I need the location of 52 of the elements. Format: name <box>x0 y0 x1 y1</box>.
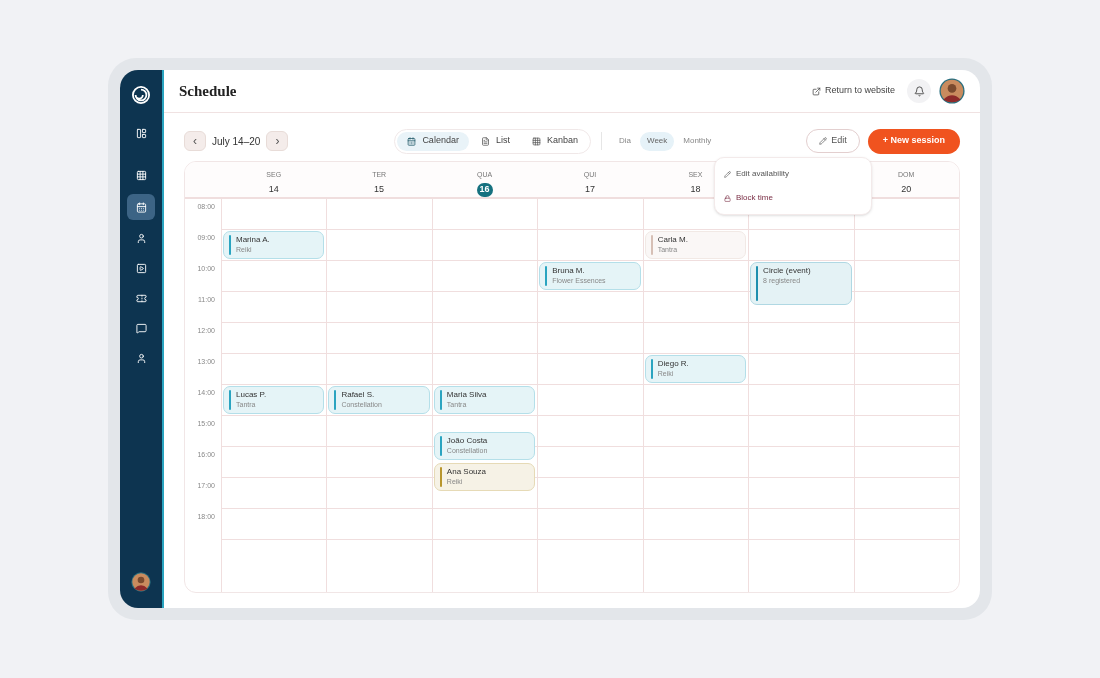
page-title: Schedule <box>179 81 237 101</box>
bell-icon <box>913 85 925 97</box>
grid-icon <box>135 170 147 181</box>
return-link[interactable]: Return to website <box>811 84 895 98</box>
previous-button[interactable]: ‹ <box>184 131 206 151</box>
client-name: Maria Silva <box>446 390 487 400</box>
calendar-icon <box>407 136 417 146</box>
client-name: João Costa <box>446 436 488 446</box>
grid-icon <box>531 136 541 146</box>
pencil-icon <box>724 170 731 178</box>
document-icon <box>480 136 490 146</box>
view-tab[interactable]: Kanban <box>521 131 588 151</box>
day-number: 20 <box>900 183 913 196</box>
client-name: Circle (event) <box>763 266 811 276</box>
client-name: Diego R. <box>657 359 689 369</box>
client-name: Lucas P. <box>236 390 267 400</box>
edit-button[interactable]: Edit <box>806 129 860 153</box>
day-number: 18 <box>689 183 702 196</box>
client-name: Ana Souza <box>446 467 486 477</box>
client-name: Marina A. <box>236 235 270 245</box>
period-tab[interactable]: Week <box>639 131 675 151</box>
external-link-icon <box>811 86 821 96</box>
menu-item[interactable]: Edit availability <box>724 164 862 184</box>
client-name: Rafael S. <box>341 390 376 400</box>
notifications-button[interactable] <box>907 79 931 103</box>
avatar[interactable] <box>939 78 965 104</box>
logo-icon[interactable] <box>132 86 150 104</box>
view-tab[interactable]: Calendar <box>397 131 469 151</box>
pencil-icon <box>819 137 828 145</box>
day-number: 17 <box>583 183 596 196</box>
period-tab[interactable]: Monthly <box>676 131 719 151</box>
lock-icon <box>724 194 731 202</box>
menu-item[interactable]: Block time <box>724 188 862 208</box>
day-number: 14 <box>267 183 280 196</box>
next-button[interactable]: › <box>266 131 289 151</box>
day-number: 15 <box>373 183 386 196</box>
avatar[interactable] <box>131 572 151 592</box>
new-session-button[interactable]: + New session <box>867 128 960 154</box>
ticket-icon <box>135 293 147 304</box>
sidebar-item[interactable] <box>127 194 155 220</box>
client-name: Bruna M. <box>552 266 586 276</box>
day-number: 16 <box>476 182 493 197</box>
period-tab[interactable]: Dia <box>611 131 638 151</box>
person-icon <box>135 233 147 244</box>
video-icon <box>135 263 147 274</box>
calendar-icon <box>135 201 147 213</box>
date-range: July 14–20 <box>212 134 261 149</box>
chat-icon <box>135 323 147 334</box>
panel-icon <box>135 128 147 139</box>
view-tab[interactable]: List <box>470 131 520 151</box>
client-name: Carla M. <box>657 235 688 245</box>
person-icon <box>135 353 147 364</box>
